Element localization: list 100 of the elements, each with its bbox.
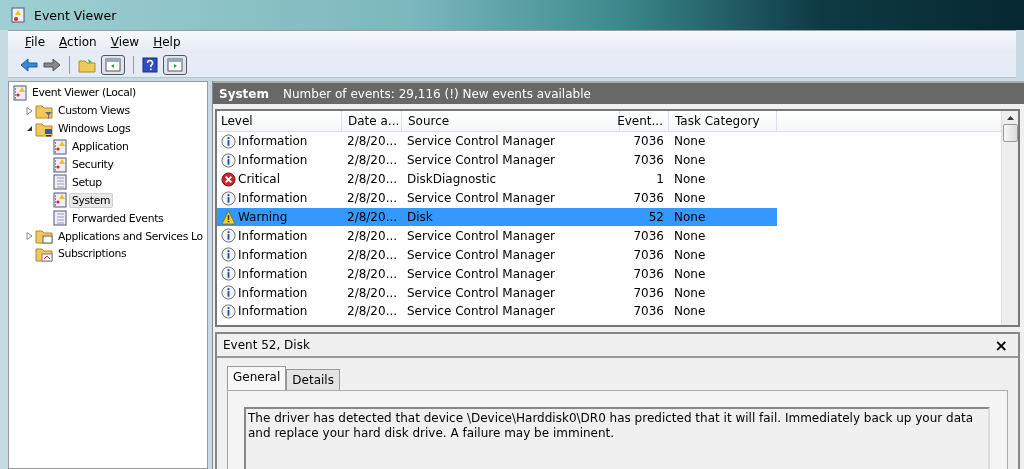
event-row[interactable]: Information 2/8/20... Service Control Manager 7036 None	[217, 132, 777, 151]
table-cell-text: None	[673, 210, 707, 224]
log-alert-icon	[53, 138, 67, 155]
tree-item[interactable]: System	[69, 192, 114, 208]
event-log-icon	[13, 84, 27, 101]
info-icon	[221, 133, 236, 149]
table-cell-text: 2/8/20...	[346, 304, 399, 319]
event-row[interactable]: Information 2/8/20... Service Control Manager 7036 None	[217, 226, 777, 246]
tree-item[interactable]: Forwarded Events	[69, 210, 167, 226]
table-cell-text: 7036	[632, 228, 665, 243]
event-row[interactable]: Warning 2/8/20... Disk 52 None	[217, 207, 777, 227]
table-cell-text: 2/8/20...	[346, 228, 399, 243]
column-header[interactable]: Task Category	[669, 111, 777, 131]
table-cell-text: 2/8/20...	[346, 134, 399, 149]
menu-item[interactable]: Help	[146, 33, 188, 51]
tree-item[interactable]: Setup	[69, 174, 105, 190]
table-cell-text: 1	[655, 172, 665, 187]
table-cell-text: Service Control Manager	[406, 191, 556, 206]
table-cell-text: 7036	[632, 285, 665, 300]
event-row[interactable]: Information 2/8/20... Service Control Manager 7036 None	[217, 188, 777, 208]
help-icon[interactable]	[142, 57, 158, 73]
tree-item[interactable]: Custom Views	[55, 103, 133, 119]
table-cell-text: None	[673, 191, 707, 206]
pane-toggle-icon[interactable]	[101, 55, 125, 75]
warning-icon	[221, 209, 236, 225]
table-cell-text: 7036	[632, 191, 665, 206]
info-icon	[221, 285, 236, 301]
table-cell-text: 52	[647, 210, 665, 224]
menu-item[interactable]: Action	[52, 33, 104, 51]
close-button[interactable]: ×	[994, 335, 1008, 355]
back-arrow-icon[interactable]	[20, 58, 38, 72]
log-alert-icon	[53, 156, 67, 173]
table-cell-text: 2/8/20...	[346, 172, 399, 187]
scrollbar-thumb[interactable]	[1002, 124, 1018, 142]
subscriptions-icon	[35, 245, 53, 262]
table-cell: Information	[238, 134, 308, 149]
folder-computer-icon	[35, 120, 53, 137]
event-message: The driver has detected that device \Device\Harddisk0\DR0 has predicted that it will fail. Immediately back up your data and replace your hard disk drive. A failure may be imminent.	[244, 407, 990, 469]
event-row[interactable]: Information 2/8/20... Service Control Manager 7036 None	[217, 245, 777, 265]
menu-item[interactable]: File	[18, 33, 53, 51]
table-cell-text: None	[673, 228, 707, 243]
table-cell-text: Service Control Manager	[406, 153, 556, 168]
event-row[interactable]: Information 2/8/20... Service Control Manager 7036 None	[217, 283, 777, 302]
table-cell-text: 2/8/20...	[346, 210, 399, 224]
table-cell: Information	[238, 247, 308, 262]
log-alert-icon	[53, 192, 67, 209]
tree-item[interactable]: Security	[69, 157, 117, 172]
column-header[interactable]: Event...	[620, 111, 669, 131]
table-cell-text: Service Control Manager	[406, 304, 556, 319]
scrollbar[interactable]	[1001, 111, 1018, 325]
column-header[interactable]: Date a...	[342, 111, 402, 131]
table-cell: Information	[238, 285, 308, 300]
tab[interactable]: General	[227, 366, 287, 390]
tree-item[interactable]: Applications and Services Lo	[55, 228, 206, 244]
event-row[interactable]: Information 2/8/20... Service Control Manager 7036 None	[217, 150, 777, 170]
table-cell-text: 7036	[632, 304, 665, 319]
event-row[interactable]: Critical 2/8/20... DiskDiagnostic 1 None	[217, 169, 777, 189]
table-cell-text: None	[673, 285, 707, 300]
scroll-up-icon[interactable]	[1006, 116, 1014, 120]
table-cell-text: None	[673, 153, 707, 168]
event-log-icon	[10, 7, 26, 23]
event-row[interactable]: Information 2/8/20... Service Control Manager 7036 None	[217, 302, 777, 321]
table-cell-text: Service Control Manager	[406, 285, 556, 300]
table-cell-text: None	[673, 134, 707, 149]
window-title: Event Viewer	[34, 7, 117, 23]
table-cell-text: None	[673, 247, 707, 262]
tab[interactable]: Details	[286, 369, 340, 390]
tree-item[interactable]: Subscriptions	[55, 246, 130, 262]
collapse-arrow-icon[interactable]	[25, 125, 33, 133]
table-cell-text: 7036	[632, 266, 665, 281]
expand-arrow-icon[interactable]	[25, 106, 33, 115]
table-cell: Critical	[238, 172, 280, 187]
table-cell: Information	[238, 304, 308, 319]
table-cell-text: 2/8/20...	[346, 285, 399, 300]
info-icon	[221, 303, 236, 319]
table-cell-text: Service Control Manager	[406, 266, 556, 281]
info-icon	[221, 190, 236, 206]
pane-toggle-icon[interactable]	[163, 55, 187, 75]
column-header[interactable]: Level	[217, 111, 342, 131]
table-cell-text: Service Control Manager	[406, 134, 556, 149]
log-icon	[53, 174, 67, 191]
table-cell-text: Service Control Manager	[406, 228, 556, 243]
info-icon	[221, 228, 236, 244]
table-cell-text: None	[673, 172, 707, 187]
table-cell-text: Service Control Manager	[406, 247, 556, 262]
tree-item[interactable]: Windows Logs	[55, 121, 134, 137]
forward-arrow-icon[interactable]	[43, 58, 61, 72]
table-cell-text: 2/8/20...	[346, 191, 399, 206]
log-icon	[53, 210, 67, 227]
menu-item[interactable]: View	[103, 33, 147, 51]
table-cell-text: None	[673, 266, 707, 281]
expand-arrow-icon[interactable]	[25, 232, 33, 241]
event-row[interactable]: Information 2/8/20... Service Control Manager 7036 None	[217, 264, 777, 284]
info-icon	[221, 152, 236, 168]
tree-item[interactable]: Event Viewer (Local)	[29, 85, 139, 101]
folder-window-icon	[35, 228, 53, 245]
table-cell: Warning	[238, 210, 288, 224]
tree-item[interactable]: Application	[69, 139, 132, 155]
detail-title: Event 52, Disk	[223, 338, 310, 352]
event-count: Number of events: 29,116 (!) New events available	[283, 86, 591, 101]
